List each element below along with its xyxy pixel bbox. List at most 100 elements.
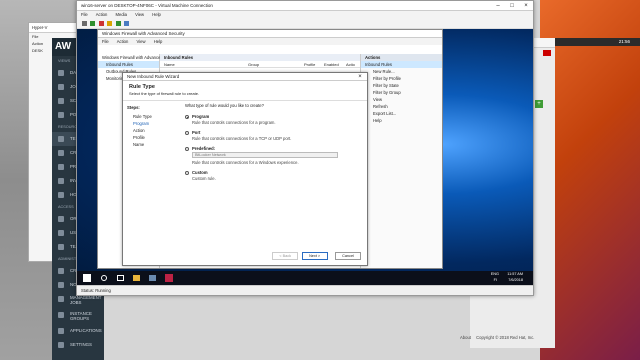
vm-menu-bar: File Action Media View Help <box>77 11 533 19</box>
nav-instance-groups[interactable]: INSTANCE GROUPS <box>52 308 104 324</box>
vm-title: win16-server on DESKTOP-4NF06C - Virtual… <box>81 3 213 8</box>
tree-inbound[interactable]: Inbound Rules <box>98 61 159 68</box>
wizard-close-button[interactable]: × <box>353 73 367 81</box>
ctrl-alt-del-icon[interactable] <box>82 21 87 26</box>
firewall-title-bar: Windows Firewall with Advanced Security <box>98 30 442 38</box>
firewall-title: Windows Firewall with Advanced Security <box>102 31 185 36</box>
menu-file[interactable]: File <box>81 12 88 17</box>
explorer-icon[interactable] <box>133 275 140 281</box>
wizard-body: What type of rule would you like to crea… <box>185 103 361 243</box>
radio-program[interactable] <box>185 114 189 119</box>
menu-help[interactable]: Help <box>152 12 161 17</box>
nav-applications[interactable]: APPLICATIONS <box>52 324 104 338</box>
predefined-value: BitLocker Network <box>195 153 226 157</box>
center-header: Inbound Rules <box>160 54 362 61</box>
firewall-menu: File Action View Help <box>98 38 442 45</box>
task-view-icon[interactable] <box>117 275 124 281</box>
maximize-button[interactable]: □ <box>505 1 519 11</box>
search-icon[interactable] <box>101 275 107 281</box>
back-button[interactable]: < Back <box>272 252 299 260</box>
option-predefined-desc: Rule that controls connections for a Win… <box>192 160 299 165</box>
taskbar: ENG FI 11:57 AM 7/6/2018 <box>77 271 533 285</box>
action-help[interactable]: Help <box>361 117 442 124</box>
wizard-buttons: < Back Next > Cancel <box>272 252 361 260</box>
fw-menu-file[interactable]: File <box>102 39 109 44</box>
wizard-heading-area: Rule Type Select the type of firewall ru… <box>123 81 367 101</box>
minimize-button[interactable]: – <box>491 1 505 11</box>
server-manager-icon[interactable] <box>149 275 156 281</box>
option-custom-desc: Custom rule. <box>192 176 216 181</box>
action-refresh[interactable]: Refresh <box>361 103 442 110</box>
columns-header: Name Group Profile Enabled Actio <box>160 61 362 68</box>
green-add-button[interactable]: + <box>535 100 543 108</box>
tree-root[interactable]: Windows Firewall with Advance <box>98 54 160 61</box>
lang-label[interactable]: ENG <box>491 272 499 276</box>
new-rule-wizard: New Inbound Rule Wizard × Rule Type Sele… <box>122 72 368 266</box>
time-label: 11:57 AM <box>507 272 523 276</box>
action-view[interactable]: View <box>361 96 442 103</box>
option-program[interactable]: Program <box>185 114 361 119</box>
menu-media[interactable]: Media <box>116 12 127 17</box>
step-rule-type: Rule Type <box>133 114 152 119</box>
radio-port[interactable] <box>185 130 189 135</box>
menu-action[interactable]: Action <box>96 12 108 17</box>
action-export[interactable]: Export List... <box>361 110 442 117</box>
option-port[interactable]: Port <box>185 130 361 135</box>
footer: About Copyright © 2018 Red Hat, Inc. <box>460 335 534 340</box>
wizard-subheading: Select the type of firewall rule to crea… <box>129 91 200 96</box>
reset-icon[interactable] <box>115 21 121 26</box>
start-button[interactable] <box>83 274 91 282</box>
col-group[interactable]: Group <box>248 61 259 68</box>
region-label: FI <box>493 278 497 282</box>
ubuntu-top-bar: 21:56 <box>540 38 640 46</box>
col-action[interactable]: Actio <box>346 61 355 68</box>
option-program-desc: Rule that controls connections for a pro… <box>192 120 276 125</box>
menu-view[interactable]: View <box>135 12 144 17</box>
firewall-window: Windows Firewall with Advanced Security … <box>97 29 443 269</box>
step-name: Name <box>133 142 145 147</box>
option-predefined[interactable]: Predefined: <box>185 146 361 151</box>
step-program: Program <box>133 121 150 126</box>
vm-connection-window: win16-server on DESKTOP-4NF06C - Virtual… <box>76 0 534 296</box>
col-enabled[interactable]: Enabled <box>324 61 339 68</box>
awx-lower-nav: MANAGEMENT JOBS INSTANCE GROUPS APPLICAT… <box>52 292 104 360</box>
action-filter-profile[interactable]: Filter by Profile <box>361 75 442 82</box>
close-button[interactable]: × <box>519 1 533 11</box>
col-profile[interactable]: Profile <box>304 61 315 68</box>
status-text: Status: Running <box>81 288 111 293</box>
pause-icon[interactable] <box>107 21 113 26</box>
step-profile: Profile <box>133 135 145 140</box>
radio-custom[interactable] <box>185 170 189 175</box>
wizard-question: What type of rule would you like to crea… <box>185 103 264 108</box>
vm-status-bar: Status: Running <box>77 285 533 295</box>
ubuntu-desktop <box>540 0 640 360</box>
firewall-task-icon[interactable] <box>165 274 173 282</box>
cancel-button[interactable]: Cancel <box>335 252 361 260</box>
clock-label: 21:56 <box>618 39 630 44</box>
guest-desktop: Windows Firewall with Advanced Security … <box>77 29 533 285</box>
col-name[interactable]: Name <box>164 61 175 68</box>
wizard-title: New Inbound Rule Wizard <box>127 74 180 79</box>
option-custom[interactable]: Custom <box>185 170 361 175</box>
action-filter-state[interactable]: Filter by State <box>361 82 442 89</box>
wizard-steps: Steps: Rule Type Program Action Profile … <box>123 101 183 265</box>
next-button[interactable]: Next > <box>301 252 328 260</box>
action-new-rule[interactable]: New Rule... <box>361 68 442 75</box>
fw-menu-action[interactable]: Action <box>117 39 129 44</box>
checkpoint-icon[interactable] <box>123 21 129 26</box>
action-filter-group[interactable]: Filter by Group <box>361 89 442 96</box>
date-label: 7/6/2018 <box>508 278 523 282</box>
wizard-heading: Rule Type <box>129 84 155 90</box>
about-link[interactable]: About <box>460 335 471 340</box>
fw-menu-help[interactable]: Help <box>154 39 163 44</box>
nav-settings[interactable]: SETTINGS <box>52 338 104 352</box>
steps-title: Steps: <box>127 105 140 110</box>
fw-menu-view[interactable]: View <box>137 39 146 44</box>
predefined-select[interactable]: BitLocker Network <box>192 152 338 158</box>
stop-icon[interactable] <box>98 21 104 26</box>
red-icon <box>543 50 551 56</box>
start-icon[interactable] <box>90 21 96 26</box>
wizard-title-bar: New Inbound Rule Wizard × <box>123 73 367 81</box>
copyright: Copyright © 2018 Red Hat, Inc. <box>476 335 535 340</box>
radio-predefined[interactable] <box>185 146 189 151</box>
